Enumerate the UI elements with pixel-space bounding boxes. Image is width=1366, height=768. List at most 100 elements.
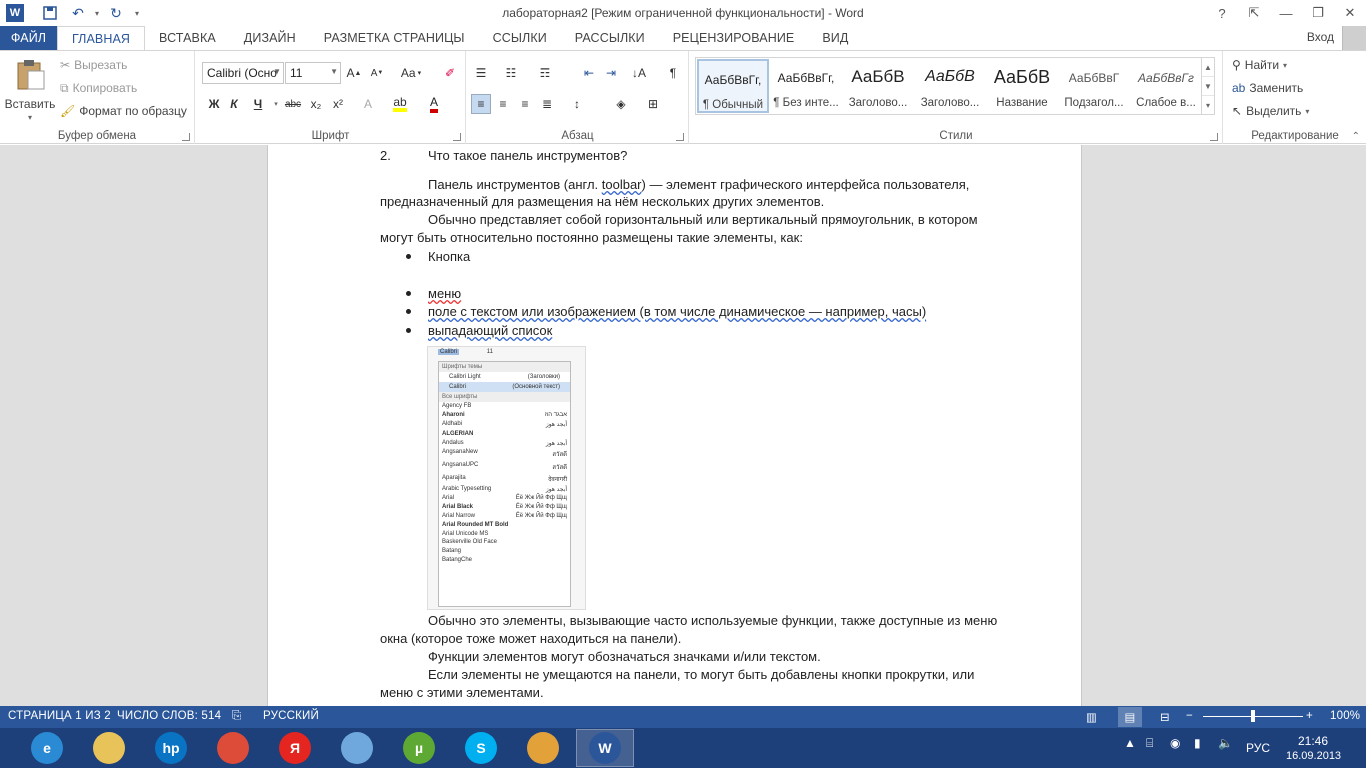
taskbar-explorer-button[interactable] [80, 729, 138, 767]
align-right-icon[interactable]: ≡ [515, 94, 535, 114]
increase-indent-icon[interactable]: ⇥ [601, 63, 621, 83]
find-button[interactable]: ⚲ Найти ▾ [1232, 55, 1287, 75]
maximize-icon[interactable]: ❐ [1302, 0, 1334, 26]
show-hidden-icons-icon[interactable]: ▲ [1124, 736, 1136, 750]
clear-formatting-icon[interactable]: ✐ [440, 63, 460, 83]
shrink-font-icon[interactable]: A ▼ [367, 63, 387, 83]
style-heading2[interactable]: АаБбВ Заголово... [914, 59, 986, 113]
clipboard-launcher-icon[interactable] [182, 133, 190, 141]
read-mode-icon[interactable]: ▥ [1086, 710, 1097, 724]
align-left-icon[interactable]: ≡ [471, 94, 491, 114]
copy-button[interactable]: ⧉ Копировать [60, 78, 137, 98]
tab-home[interactable]: ГЛАВНАЯ [57, 26, 146, 51]
clock-date[interactable]: 16.09.2013 [1286, 750, 1341, 762]
highlight-icon[interactable]: ab [390, 94, 410, 114]
tab-file[interactable]: ФАЙЛ [0, 26, 57, 50]
avatar[interactable] [1342, 26, 1366, 50]
antivirus-tray-icon[interactable]: ◉ [1170, 736, 1180, 750]
help-icon[interactable]: ? [1206, 0, 1238, 26]
chevron-down-icon[interactable]: ▼ [1202, 77, 1214, 96]
show-marks-icon[interactable]: ¶ [663, 63, 683, 83]
style-subtle-emphasis[interactable]: АаБбВвГг Слабое в... [1130, 59, 1202, 113]
style-normal[interactable]: АаБбВвГг, ¶ Обычный [697, 59, 769, 113]
paste-button[interactable]: Вставить ▾ [4, 55, 56, 125]
signin-link[interactable]: Вход [1307, 30, 1334, 44]
grow-font-icon[interactable]: A ▲ [344, 63, 364, 83]
tab-review[interactable]: РЕЦЕНЗИРОВАНИЕ [659, 26, 809, 50]
chevron-down-icon[interactable]: ▼ [273, 67, 281, 76]
font-name-box[interactable]: Calibri (Осно ▼ [202, 62, 284, 84]
justify-icon[interactable]: ≣ [537, 94, 557, 114]
decrease-indent-icon[interactable]: ⇤ [579, 63, 599, 83]
cut-button[interactable]: ✂ Вырезать [60, 55, 127, 75]
word-count[interactable]: ЧИСЛО СЛОВ: 514 [117, 710, 221, 722]
numbering-icon[interactable]: ☷ [501, 63, 521, 83]
style-no-spacing[interactable]: АаБбВвГг, ¶ Без инте... [770, 59, 842, 113]
language[interactable]: РУССКИЙ [263, 710, 319, 722]
print-layout-icon[interactable]: ▤ [1118, 707, 1142, 727]
tab-references[interactable]: ССЫЛКИ [479, 26, 561, 50]
taskbar-word-button[interactable]: W [576, 729, 634, 767]
taskbar-chrome-button[interactable] [204, 729, 262, 767]
tab-view[interactable]: ВИД [808, 26, 862, 50]
taskbar-speaker-button[interactable] [328, 729, 386, 767]
align-center-icon[interactable]: ≡ [493, 94, 513, 114]
subscript-button[interactable]: x₂ [306, 94, 326, 114]
tab-mailings[interactable]: РАССЫЛКИ [561, 26, 659, 50]
replace-button[interactable]: ab Заменить [1232, 78, 1303, 98]
minimize-icon[interactable]: — [1270, 0, 1302, 26]
embedded-image[interactable]: Calibri 11 Шрифты темы Calibri Light (Заг… [427, 346, 586, 610]
change-case-button[interactable]: Aa ▾ [396, 63, 426, 83]
input-language[interactable]: РУС [1246, 741, 1270, 755]
page-count[interactable]: СТРАНИЦА 1 ИЗ 2 [8, 710, 111, 722]
taskbar-paint-button[interactable] [514, 729, 572, 767]
borders-icon[interactable]: ⊞ [643, 94, 663, 114]
font-size-box[interactable]: 11 ▼ [285, 62, 341, 84]
italic-button[interactable]: К [224, 94, 244, 114]
font-launcher-icon[interactable] [453, 133, 461, 141]
taskbar-yandex-button[interactable]: Я [266, 729, 324, 767]
volume-tray-icon[interactable]: 🔈 [1218, 736, 1233, 750]
wifi-tray-icon[interactable]: ▮ [1194, 736, 1201, 750]
taskbar-hp-button[interactable]: hp [142, 729, 200, 767]
bullets-icon[interactable]: ☰ [471, 63, 491, 83]
zoom-thumb[interactable] [1251, 710, 1255, 722]
tab-page-layout[interactable]: РАЗМЕТКА СТРАНИЦЫ [310, 26, 479, 50]
underline-button[interactable]: Ч [248, 94, 268, 114]
format-painter-button[interactable]: 🖌 Формат по образцу [60, 101, 187, 121]
ribbon-display-options-icon[interactable]: ⇱ [1238, 0, 1270, 26]
bold-button[interactable]: Ж [204, 94, 224, 114]
paragraph-launcher-icon[interactable] [676, 133, 684, 141]
styles-launcher-icon[interactable] [1210, 133, 1218, 141]
zoom-in-icon[interactable]: + [1306, 710, 1313, 722]
more-styles-icon[interactable]: ▾ [1202, 96, 1214, 115]
style-heading1[interactable]: АаБбВ Заголово... [842, 59, 914, 113]
taskbar-skype-button[interactable]: S [452, 729, 510, 767]
chevron-down-icon[interactable]: ▼ [330, 67, 338, 76]
collapse-ribbon-icon[interactable]: ⌃ [1352, 131, 1360, 142]
network-tray-icon[interactable]: ⌸ [1146, 736, 1153, 751]
web-layout-icon[interactable]: ⊟ [1160, 710, 1170, 724]
taskbar-utorrent-button[interactable]: µ [390, 729, 448, 767]
document-page[interactable]: 2. Что такое панель инструментов? Панель… [267, 145, 1082, 706]
superscript-button[interactable]: x² [328, 94, 348, 114]
tab-insert[interactable]: ВСТАВКА [145, 26, 230, 50]
style-title[interactable]: АаБбВ Название [986, 59, 1058, 113]
style-subtitle[interactable]: АаБбВвГ Подзагол... [1058, 59, 1130, 113]
tab-design[interactable]: ДИЗАЙН [230, 26, 310, 50]
select-button[interactable]: ↖ Выделить ▾ [1232, 101, 1309, 121]
close-icon[interactable]: ✕ [1334, 0, 1366, 26]
line-spacing-icon[interactable]: ↕ [567, 94, 587, 114]
text-effects-icon[interactable]: A [358, 94, 378, 114]
chevron-up-icon[interactable]: ▲ [1202, 58, 1214, 77]
zoom-level[interactable]: 100% [1330, 710, 1360, 722]
shading-icon[interactable]: ◈ [611, 94, 631, 114]
strikethrough-button[interactable]: abc [280, 94, 306, 114]
clock-time[interactable]: 21:46 [1298, 734, 1328, 748]
zoom-out-icon[interactable]: − [1186, 710, 1193, 722]
multilevel-list-icon[interactable]: ☶ [535, 63, 555, 83]
font-color-icon[interactable]: A [424, 94, 444, 114]
sort-icon[interactable]: ↓A [629, 63, 649, 83]
taskbar-ie-button[interactable]: e [18, 729, 76, 767]
zoom-slider[interactable] [1203, 710, 1303, 722]
